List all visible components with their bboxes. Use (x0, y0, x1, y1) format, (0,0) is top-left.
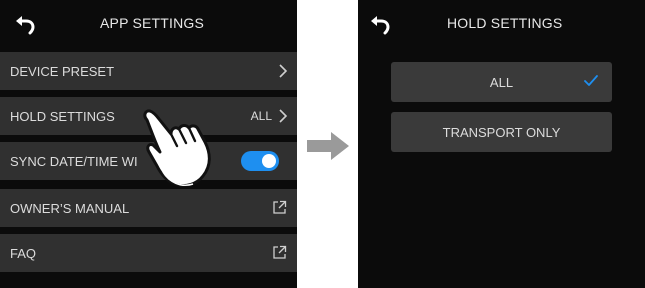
chevron-right-icon (279, 109, 288, 123)
menu-item-label: FAQ (10, 246, 37, 261)
back-arrow-icon[interactable] (369, 13, 391, 35)
option-label: ALL (489, 75, 514, 90)
option-transport-only[interactable]: TRANSPORT ONLY (391, 112, 612, 152)
chevron-right-icon (279, 64, 288, 78)
page-title: APP SETTINGS (100, 15, 205, 31)
external-link-icon (273, 245, 287, 259)
back-arrow-icon[interactable] (14, 13, 36, 35)
option-all[interactable]: ALL (391, 62, 612, 102)
tap-hand-icon (143, 109, 211, 188)
option-label: TRANSPORT ONLY (442, 125, 561, 140)
header: HOLD SETTINGS (358, 0, 645, 50)
menu-item-owners-manual[interactable]: OWNER’S MANUAL (0, 189, 297, 227)
menu-item-device-preset[interactable]: DEVICE PRESET (0, 52, 297, 90)
checkmark-icon (584, 75, 598, 86)
menu-item-label: SYNC DATE/TIME WI (10, 154, 138, 169)
app-settings-screen: APP SETTINGS DEVICE PRESET HOLD SETTINGS… (0, 0, 297, 288)
toggle-knob (262, 154, 276, 168)
page-title: HOLD SETTINGS (447, 15, 563, 31)
flow-arrow-icon (307, 132, 349, 160)
header: APP SETTINGS (0, 0, 297, 50)
menu-item-label: HOLD SETTINGS (10, 109, 115, 124)
menu-item-label: DEVICE PRESET (10, 64, 115, 79)
hold-settings-screen: HOLD SETTINGS ALL TRANSPORT ONLY (358, 0, 645, 288)
external-link-icon (273, 200, 287, 214)
menu-item-value: ALL (250, 109, 272, 123)
menu-item-faq[interactable]: FAQ (0, 234, 297, 272)
sync-toggle-switch[interactable] (241, 151, 279, 171)
menu-item-label: OWNER’S MANUAL (10, 201, 130, 216)
